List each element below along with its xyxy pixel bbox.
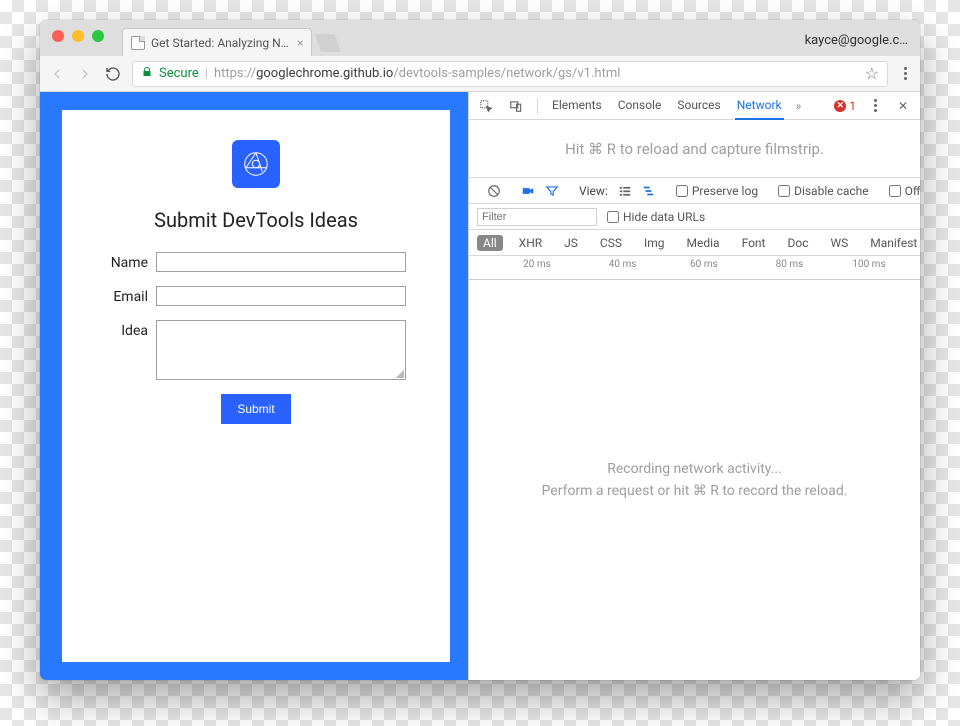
email-input[interactable] — [156, 286, 406, 306]
omnibox[interactable]: Secure | https://googlechrome.github.io/… — [132, 61, 888, 87]
back-button[interactable] — [48, 65, 66, 83]
tab-title: Get Started: Analyzing Netwo… — [151, 36, 291, 50]
network-empty-state: Recording network activity... Perform a … — [469, 280, 920, 680]
name-input[interactable] — [156, 252, 406, 272]
devtools-close-icon[interactable]: ✕ — [894, 97, 912, 115]
filter-input[interactable] — [477, 208, 597, 226]
inspect-element-icon[interactable] — [477, 97, 495, 115]
error-badge[interactable]: ✕ 1 — [834, 99, 856, 113]
tab-sources[interactable]: Sources — [675, 92, 722, 120]
type-all[interactable]: All — [477, 235, 503, 251]
secure-label: Secure — [159, 66, 199, 81]
type-media[interactable]: Media — [681, 235, 726, 251]
url: https://googlechrome.github.io/devtools-… — [214, 66, 620, 81]
tab-elements[interactable]: Elements — [550, 92, 604, 120]
devtools-menu-icon[interactable] — [866, 97, 884, 115]
ideas-form: Name Email Idea Submit — [106, 252, 406, 424]
content: Submit DevTools Ideas Name Email Idea Su — [40, 92, 920, 680]
network-filter-bar: Hide data URLs — [469, 204, 920, 230]
more-tabs-icon[interactable]: » — [796, 99, 802, 113]
disable-cache-checkbox[interactable]: Disable cache — [778, 184, 869, 198]
type-font[interactable]: Font — [736, 235, 772, 251]
browser-menu-button[interactable] — [898, 67, 912, 80]
reload-button[interactable] — [104, 65, 122, 83]
error-count: 1 — [849, 99, 856, 113]
network-toolbar: View: Preserve log Disable cache Offli — [469, 178, 920, 204]
minimize-window-button[interactable] — [72, 30, 84, 42]
preserve-log-checkbox[interactable]: Preserve log — [676, 184, 758, 198]
name-label: Name — [106, 252, 156, 271]
close-window-button[interactable] — [52, 30, 64, 42]
hide-data-urls-checkbox[interactable]: Hide data URLs — [607, 210, 705, 224]
devtools-pane: Elements Console Sources Network » ✕ 1 ✕… — [468, 92, 920, 680]
idea-textarea[interactable] — [156, 320, 406, 380]
page-pane: Submit DevTools Ideas Name Email Idea Su — [40, 92, 468, 680]
waterfall-view-icon[interactable] — [642, 184, 656, 198]
timeline-tick: 100 ms — [852, 259, 885, 270]
timeline-tick: 40 ms — [609, 259, 637, 270]
close-tab-button[interactable]: × — [297, 36, 303, 50]
device-toggle-icon[interactable] — [507, 97, 525, 115]
page-inner: Submit DevTools Ideas Name Email Idea Su — [62, 110, 450, 662]
bookmark-star-icon[interactable]: ☆ — [865, 64, 879, 83]
type-xhr[interactable]: XHR — [513, 235, 548, 251]
list-view-icon[interactable] — [618, 184, 632, 198]
filmstrip-hint: Hit ⌘ R to reload and capture filmstrip. — [469, 120, 920, 178]
devtools-logo-icon — [232, 140, 280, 188]
forward-button[interactable] — [76, 65, 94, 83]
tab-network[interactable]: Network — [735, 92, 784, 120]
submit-button[interactable]: Submit — [221, 394, 290, 424]
timeline-tick: 80 ms — [776, 259, 804, 270]
email-label: Email — [106, 286, 156, 305]
clear-button[interactable] — [487, 184, 501, 198]
type-doc[interactable]: Doc — [781, 235, 814, 251]
type-img[interactable]: Img — [638, 235, 671, 251]
request-type-filters: All XHR JS CSS Img Media Font Doc WS Man… — [469, 230, 920, 256]
titlebar: Get Started: Analyzing Netwo… × kayce@go… — [40, 20, 920, 56]
type-js[interactable]: JS — [558, 235, 584, 251]
recording-status: Recording network activity... — [607, 461, 782, 477]
tab-strip: Get Started: Analyzing Netwo… × — [122, 20, 338, 56]
zoom-window-button[interactable] — [92, 30, 104, 42]
page-icon — [131, 36, 145, 50]
error-icon: ✕ — [834, 100, 846, 112]
type-css[interactable]: CSS — [594, 235, 628, 251]
window-controls — [52, 30, 104, 42]
camera-icon[interactable] — [521, 184, 535, 198]
page-title: Submit DevTools Ideas — [154, 208, 358, 232]
type-ws[interactable]: WS — [824, 235, 854, 251]
timeline-tick: 20 ms — [523, 259, 551, 270]
offline-checkbox[interactable]: Offli — [889, 184, 920, 198]
browser-tab[interactable]: Get Started: Analyzing Netwo… × — [122, 28, 312, 56]
filter-icon[interactable] — [545, 184, 559, 198]
profile-label[interactable]: kayce@google.c… — [805, 33, 908, 48]
tab-console[interactable]: Console — [616, 92, 664, 120]
type-manifest[interactable]: Manifest — [864, 235, 920, 251]
browser-window: Get Started: Analyzing Netwo… × kayce@go… — [40, 20, 920, 680]
lock-icon — [141, 66, 153, 82]
toolbar: Secure | https://googlechrome.github.io/… — [40, 56, 920, 92]
devtools-tab-bar: Elements Console Sources Network » ✕ 1 ✕ — [469, 92, 920, 120]
timeline-overview[interactable]: 20 ms 40 ms 60 ms 80 ms 100 ms — [469, 256, 920, 280]
timeline-tick: 60 ms — [690, 259, 718, 270]
view-label: View: — [579, 184, 608, 198]
recording-hint: Perform a request or hit ⌘ R to record t… — [542, 483, 848, 499]
idea-label: Idea — [106, 320, 156, 339]
new-tab-button[interactable] — [315, 34, 342, 52]
